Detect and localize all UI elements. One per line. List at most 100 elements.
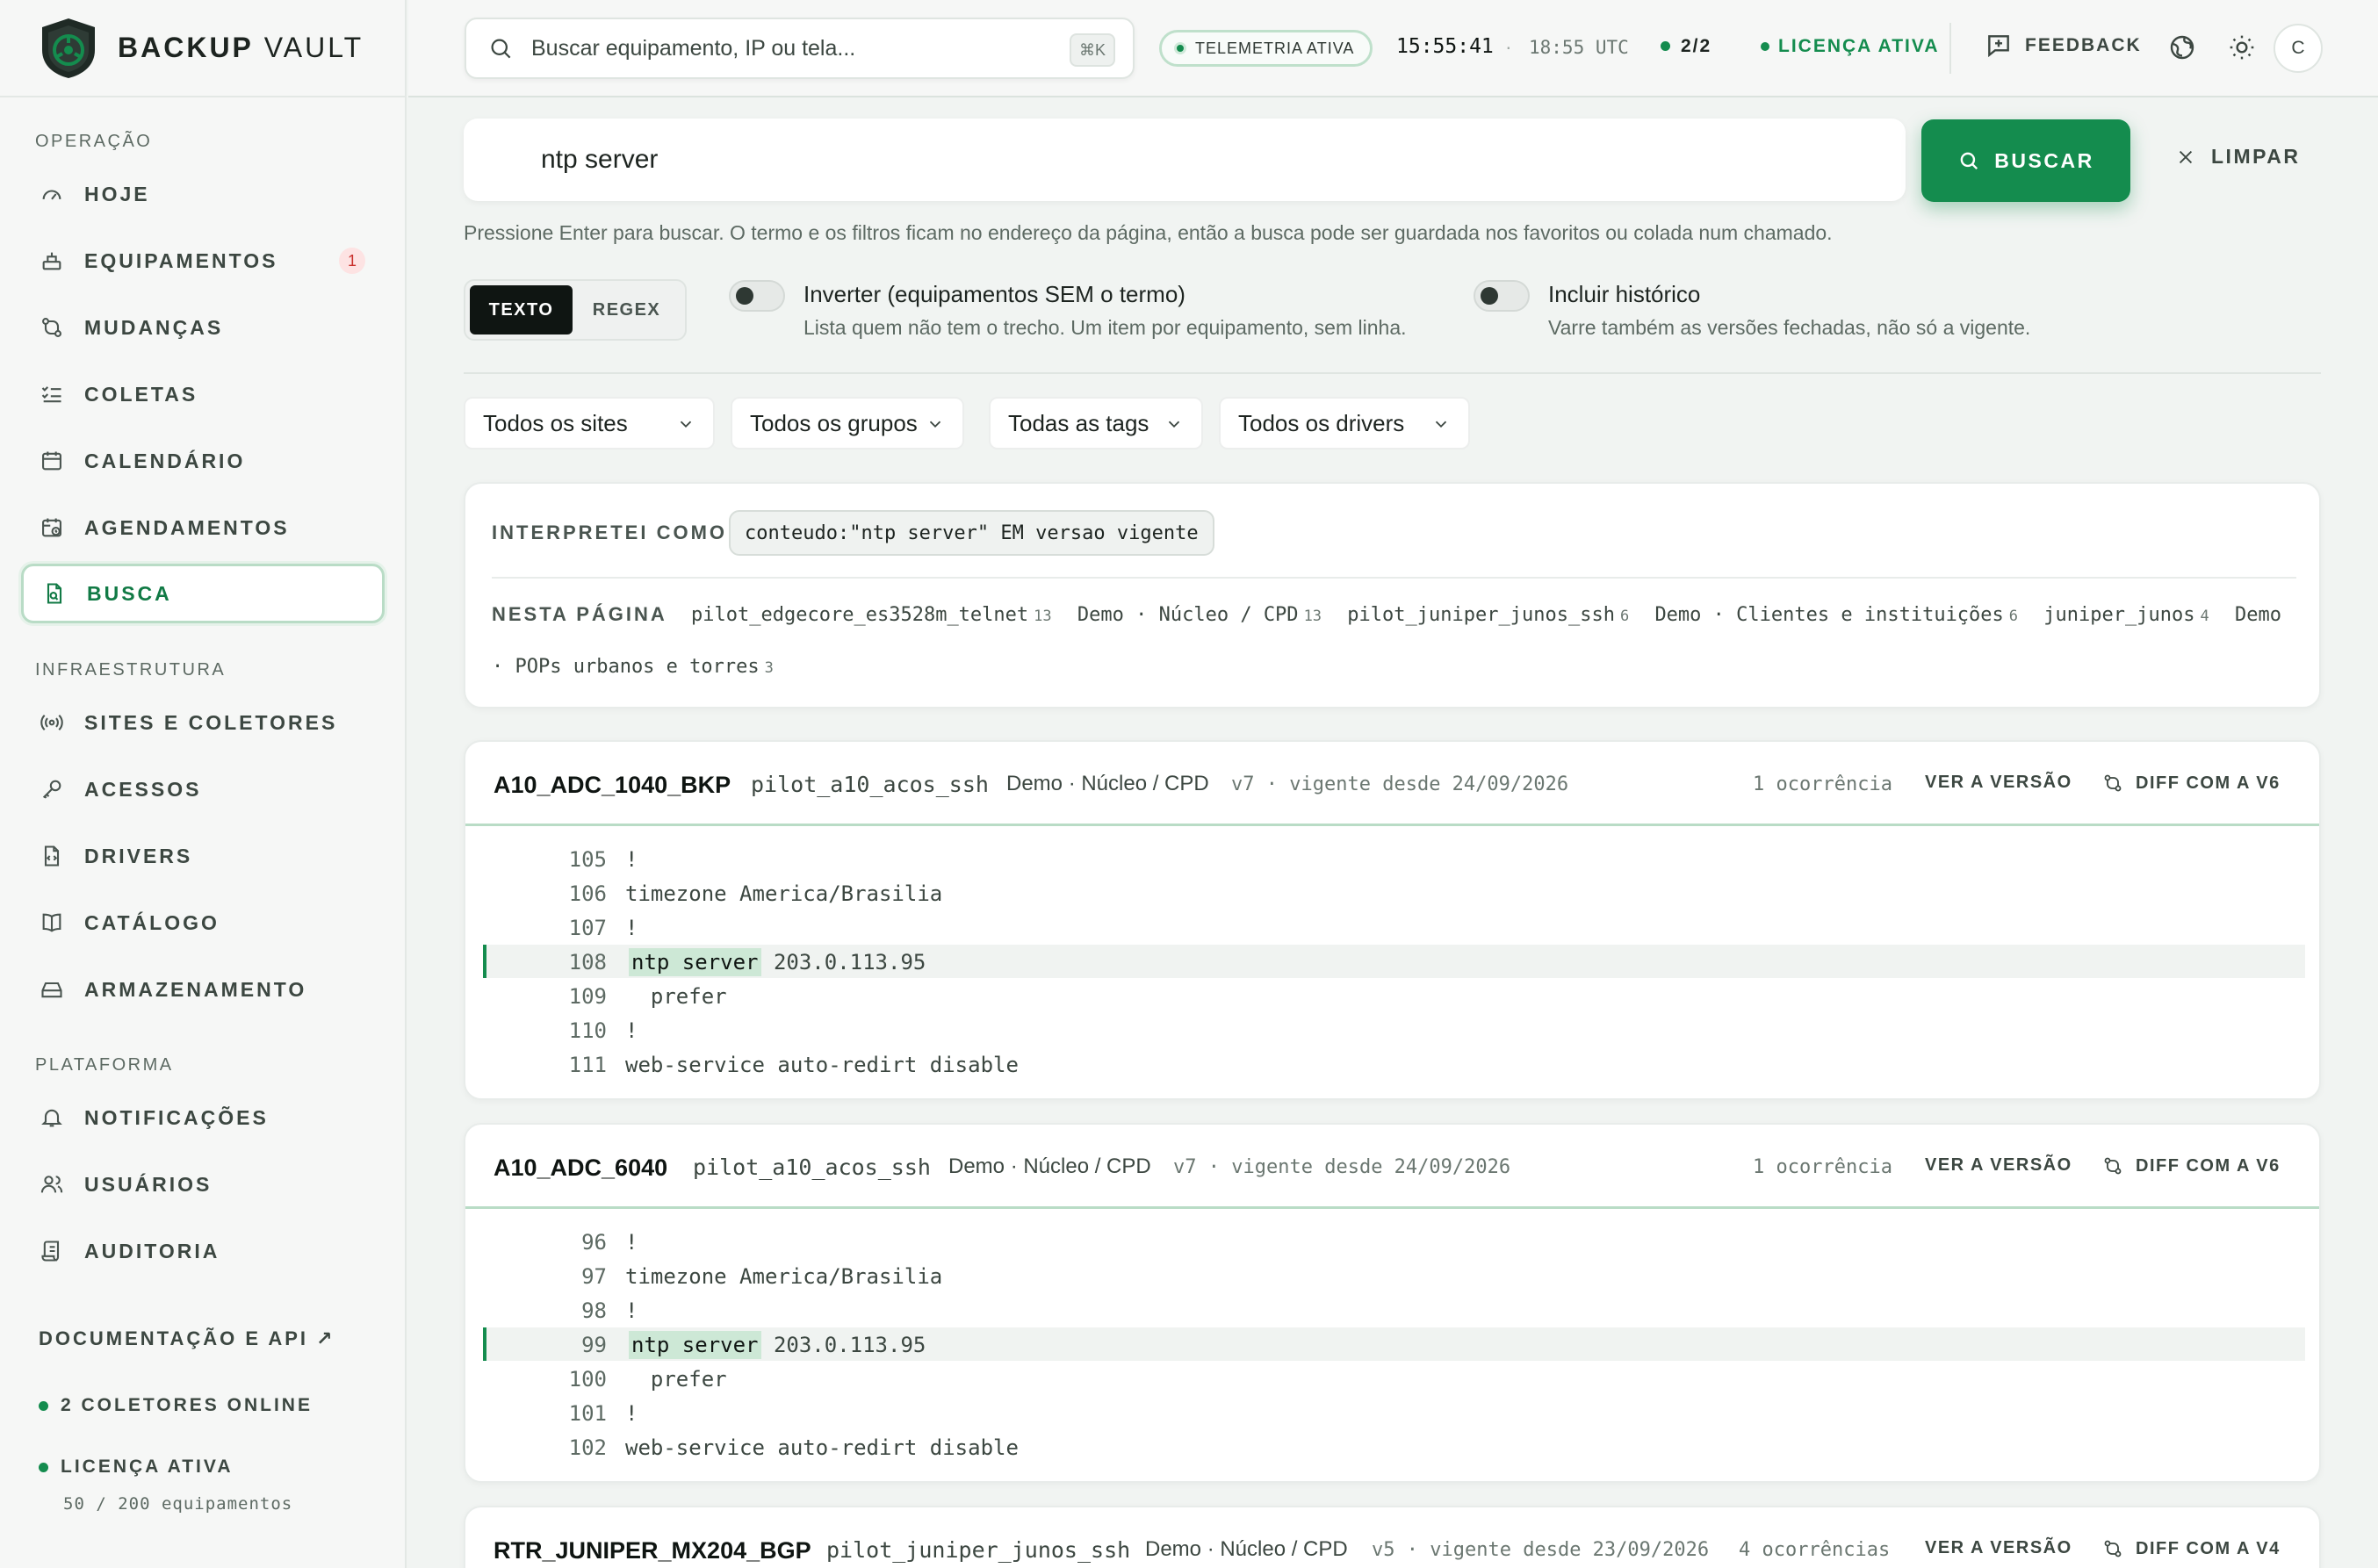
server-icon — [39, 248, 65, 274]
filter-grupos-select[interactable]: Todos os grupos — [731, 397, 964, 450]
section-operacao: OPERAÇÃO — [35, 132, 153, 151]
code-line: 110! — [568, 1018, 638, 1043]
section-infraestrutura: INFRAESTRUTURA — [35, 660, 227, 680]
filter-sites-select[interactable]: Todos os sites — [464, 397, 715, 450]
code-line: 111 web-service auto-redirt disable — [568, 1053, 1019, 1077]
sidebar-item-equipamentos[interactable]: EQUIPAMENTOS 1 — [21, 231, 385, 291]
status-dot-icon — [39, 1462, 48, 1472]
chevron-down-icon — [1168, 421, 1180, 428]
search-hint: Pressione Enter para buscar. O termo e o… — [464, 221, 1833, 244]
facet-item[interactable]: Demo · Núcleo / CPD 13 — [1077, 604, 1336, 626]
device-name[interactable]: A10_ADC_6040 — [494, 1154, 667, 1182]
view-version-button[interactable]: VER A VERSÃO — [1925, 1538, 2072, 1558]
filter-tags-select[interactable]: Todas as tags — [989, 397, 1203, 450]
sidebar-item-agendamentos[interactable]: AGENDAMENTOS — [21, 498, 385, 557]
status-dot-icon — [1661, 41, 1670, 52]
sidebar-item-hoje[interactable]: HOJE — [21, 164, 385, 224]
driver-name: pilot_a10_acos_ssh — [751, 772, 989, 797]
sidebar-item-drivers[interactable]: DRIVERS — [21, 826, 385, 886]
chevron-down-icon — [929, 421, 941, 428]
facets-list: NESTA PÁGINA pilot_edgecore_es3528m_teln… — [492, 589, 2301, 694]
git-compare-icon — [39, 314, 65, 341]
docs-link[interactable]: DOCUMENTAÇÃO E API ↗ — [39, 1327, 335, 1350]
diff-button[interactable]: DIFF COM A V4 — [2102, 1538, 2281, 1559]
clear-button[interactable]: LIMPAR — [2176, 145, 2300, 169]
file-code-icon — [39, 843, 65, 869]
result-header: A10_ADC_1040_BKP pilot_a10_acos_ssh Demo… — [465, 742, 2319, 826]
facet-item[interactable]: Demo · Clientes e instituições 6 — [1654, 604, 2032, 626]
diff-button[interactable]: DIFF COM A V6 — [2102, 1155, 2281, 1176]
code-line: 98! — [581, 1298, 638, 1323]
sidebar-item-acessos[interactable]: ACESSOS — [21, 759, 385, 819]
device-name[interactable]: A10_ADC_1040_BKP — [494, 772, 731, 799]
result-card: RTR_JUNIPER_MX204_BGP pilot_juniper_juno… — [464, 1506, 2321, 1568]
sidebar-item-armazenamento[interactable]: ARMAZENAMENTO — [21, 960, 385, 1019]
driver-name: pilot_a10_acos_ssh — [693, 1154, 931, 1180]
history-description: Varre também as versões fechadas, não só… — [1548, 316, 2031, 339]
search-query-input[interactable]: ntp server — [464, 119, 1906, 201]
driver-name: pilot_juniper_junos_ssh — [826, 1537, 1131, 1563]
book-icon — [39, 910, 65, 936]
sidebar-item-sites-coletores[interactable]: SITES E COLETORES — [21, 693, 385, 752]
invert-toggle[interactable] — [729, 280, 785, 312]
facet-item[interactable]: juniper_junos 4 — [2043, 604, 2223, 626]
section-plataforma: PLATAFORMA — [35, 1055, 174, 1075]
code-line: 109 prefer — [568, 984, 727, 1009]
status-dot-icon — [1761, 41, 1769, 51]
facet-item[interactable]: pilot_edgecore_es3528m_telnet 13 — [691, 604, 1066, 626]
sidebar-item-busca[interactable]: BUSCA — [21, 564, 385, 623]
telemetry-pill[interactable]: TELEMETRIA ATIVA — [1159, 30, 1373, 67]
topbar: Buscar equipamento, IP ou tela... ⌘K TEL… — [408, 0, 2378, 97]
license-status: LICENÇA ATIVA — [39, 1457, 234, 1478]
sidebar-item-catalogo[interactable]: CATÁLOGO — [21, 893, 385, 953]
invert-title: Inverter (equipamentos SEM o termo) — [803, 281, 1185, 307]
sidebar-item-mudancas[interactable]: MUDANÇAS — [21, 298, 385, 357]
bell-icon — [39, 1104, 65, 1131]
license-indicator[interactable]: LICENÇA ATIVA — [1761, 33, 1940, 57]
code-line: 106 timezone America/Brasilia — [568, 881, 943, 906]
match-highlight: ntp server — [629, 1331, 761, 1359]
device-name[interactable]: RTR_JUNIPER_MX204_BGP — [494, 1537, 811, 1564]
brand[interactable]: BACKUP VAULT — [0, 0, 405, 97]
collectors-online-status: 2 COLETORES ONLINE — [39, 1395, 313, 1416]
shortcut-hint: ⌘K — [1070, 33, 1115, 67]
site-name: Demo · Núcleo / CPD — [1006, 772, 1209, 795]
hard-drive-icon — [39, 976, 65, 1003]
sidebar-item-coletas[interactable]: COLETAS — [21, 364, 385, 424]
site-name: Demo · Núcleo / CPD — [948, 1154, 1151, 1178]
sidebar-item-notificacoes[interactable]: NOTIFICAÇÕES — [21, 1088, 385, 1147]
sidebar-item-usuarios[interactable]: USUÁRIOS — [21, 1154, 385, 1214]
status-dot-icon — [1174, 42, 1186, 54]
facet-item[interactable]: pilot_juniper_junos_ssh 6 — [1347, 604, 1643, 626]
message-plus-icon — [1988, 35, 2009, 58]
theme-toggle-button[interactable] — [2228, 33, 2256, 61]
mode-texto[interactable]: TEXTO — [470, 285, 573, 334]
sidebar-item-auditoria[interactable]: AUDITORIA — [21, 1221, 385, 1281]
collectors-counter[interactable]: 2/2 — [1661, 33, 1711, 57]
shield-logo-icon — [42, 18, 95, 78]
interpretation-label: INTERPRETEI COMO — [492, 521, 728, 543]
users-icon — [39, 1171, 65, 1198]
global-search-input[interactable]: Buscar equipamento, IP ou tela... ⌘K — [465, 18, 1135, 79]
view-version-button[interactable]: VER A VERSÃO — [1925, 773, 2072, 793]
version-label: v7 · vigente desde 24/09/2026 — [1173, 1156, 1511, 1178]
search-button[interactable]: BUSCAR — [1921, 119, 2130, 202]
diff-button[interactable]: DIFF COM A V6 — [2102, 773, 2281, 794]
filter-drivers-select[interactable]: Todos os drivers — [1219, 397, 1470, 450]
invert-description: Lista quem não tem o trecho. Um item por… — [803, 316, 1407, 339]
mode-regex[interactable]: REGEX — [573, 285, 681, 334]
code-line: 102 web-service auto-redirt disable — [568, 1435, 1019, 1460]
view-version-button[interactable]: VER A VERSÃO — [1925, 1155, 2072, 1176]
history-title: Incluir histórico — [1548, 281, 1701, 307]
globe-button[interactable] — [2168, 33, 2196, 61]
calendar-icon — [39, 448, 65, 474]
brand-name: BACKUP VAULT — [118, 32, 364, 63]
code-line: 101! — [568, 1401, 638, 1426]
sidebar-item-calendario[interactable]: CALENDÁRIO — [21, 431, 385, 491]
result-card: A10_ADC_1040_BKP pilot_a10_acos_ssh Demo… — [464, 740, 2321, 1100]
history-toggle[interactable] — [1474, 280, 1530, 312]
gauge-icon — [39, 181, 65, 207]
git-compare-icon — [2104, 1157, 2122, 1175]
feedback-button[interactable]: FEEDBACK — [1985, 32, 2142, 60]
avatar[interactable]: C — [2274, 24, 2323, 73]
